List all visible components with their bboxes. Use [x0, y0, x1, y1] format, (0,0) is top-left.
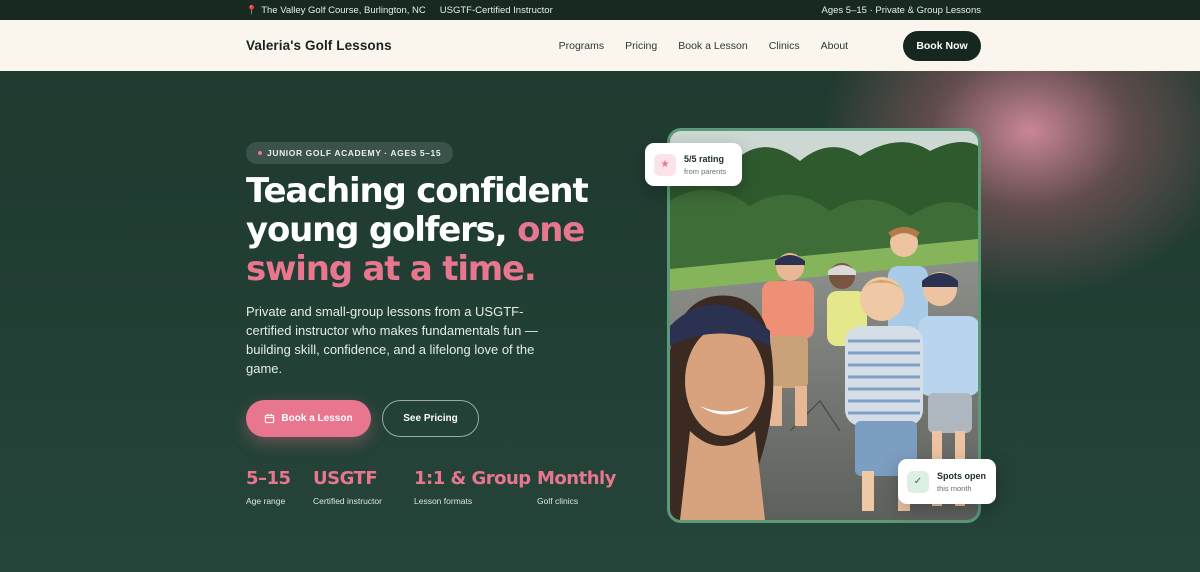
top-info-right: Ages 5–15 · Private & Group Lessons — [821, 4, 981, 16]
nav-item-programs[interactable]: Programs — [559, 40, 605, 52]
main-nav: Valeria's Golf Lessons Programs Pricing … — [0, 20, 1200, 71]
rating-subtitle: from parents — [684, 166, 727, 176]
star-icon: ★ — [654, 153, 676, 176]
academy-badge: JUNIOR GOLF ACADEMY · AGES 5–15 — [246, 142, 454, 164]
map-pin-icon: 📍 — [246, 4, 258, 15]
book-lesson-label: Book a Lesson — [281, 413, 353, 424]
stat-label: Age range — [246, 496, 286, 506]
nav-item-pricing[interactable]: Pricing — [625, 40, 657, 52]
spots-subtitle: this month — [937, 483, 972, 493]
stat-formats: 1:1 & Group Lesson formats — [414, 468, 537, 506]
cert-text: USGTF-Certified Instructor — [439, 4, 553, 16]
stat-value: 1:1 & Group — [414, 468, 531, 489]
badge-dot — [258, 151, 262, 155]
nav-item-about[interactable]: About — [821, 40, 848, 52]
nav-item-book-lesson[interactable]: Book a Lesson — [678, 40, 747, 52]
hero-subtext: Private and small-group lessons from a U… — [246, 304, 538, 376]
see-pricing-button[interactable]: See Pricing — [382, 400, 479, 437]
spots-card-text: Spots open this month — [937, 471, 986, 493]
stat-label: Lesson formats — [414, 496, 473, 506]
stat-certified: USGTF Certified instructor — [313, 468, 414, 506]
stats-row: 5–15 Age range USGTF Certified instructo… — [246, 468, 627, 506]
badge-text: JUNIOR GOLF ACADEMY · AGES 5–15 — [267, 148, 442, 158]
location-info: 📍 The Valley Golf Course, Burlington, NC — [246, 5, 426, 16]
spots-title: Spots open — [937, 470, 986, 481]
nav-menu: Programs Pricing Book a Lesson Clinics A… — [559, 40, 848, 52]
spots-card: ✓ Spots open this month — [898, 459, 996, 504]
location-text: The Valley Golf Course, Burlington, NC — [261, 4, 426, 16]
top-info-bar: 📍 The Valley Golf Course, Burlington, NC … — [0, 0, 1200, 20]
stat-label: Certified instructor — [313, 496, 382, 506]
check-icon: ✓ — [907, 470, 929, 493]
hero-headline: Teaching confident young golfers, one sw… — [246, 172, 626, 289]
book-lesson-button[interactable]: Book a Lesson — [246, 400, 371, 437]
hero-section: JUNIOR GOLF ACADEMY · AGES 5–15 Teaching… — [0, 71, 1200, 572]
nav-item-clinics[interactable]: Clinics — [769, 40, 800, 52]
rating-card-text: 5/5 rating from parents — [684, 154, 726, 176]
stat-value: Monthly — [537, 468, 616, 489]
stat-value: 5–15 — [246, 468, 291, 489]
book-now-button[interactable]: Book Now — [902, 30, 981, 61]
rating-title: 5/5 rating — [684, 153, 725, 164]
calendar-icon — [265, 413, 275, 424]
stat-clinics: Monthly Golf clinics — [537, 468, 627, 506]
top-info-left: 📍 The Valley Golf Course, Burlington, NC … — [246, 5, 553, 16]
rating-card: ★ 5/5 rating from parents — [645, 143, 742, 186]
stat-age-range: 5–15 Age range — [246, 468, 313, 506]
stat-value: USGTF — [313, 468, 378, 489]
brand-logo[interactable]: Valeria's Golf Lessons — [246, 38, 392, 53]
stat-label: Golf clinics — [537, 496, 579, 506]
